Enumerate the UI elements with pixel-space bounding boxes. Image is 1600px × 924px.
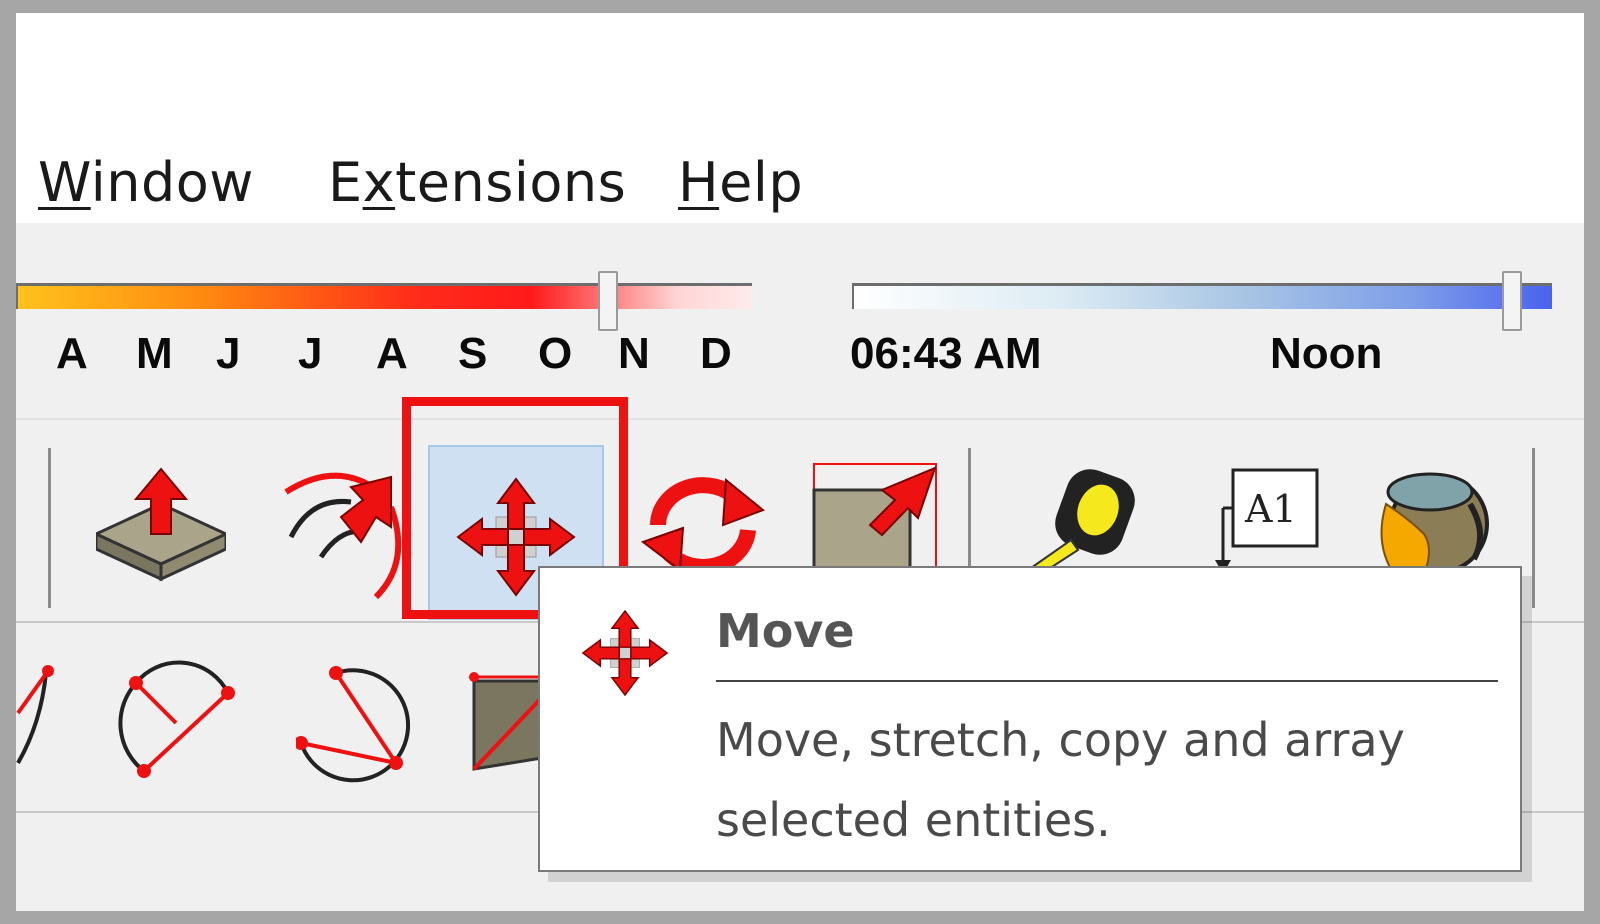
rotate-button[interactable] bbox=[638, 470, 768, 580]
toolbar-separator bbox=[1532, 448, 1535, 608]
application-window: Window Extensions Help A M J J A S O N D… bbox=[16, 13, 1584, 911]
menu-window-rest: indow bbox=[90, 151, 254, 214]
month-label: N bbox=[618, 329, 650, 378]
menu-extensions-accel: x bbox=[362, 151, 396, 214]
push-pull-button[interactable] bbox=[96, 464, 226, 589]
menu-help-rest: elp bbox=[719, 151, 804, 214]
follow-me-button[interactable] bbox=[281, 462, 411, 602]
month-label: A bbox=[376, 329, 408, 378]
month-slider-thumb[interactable] bbox=[598, 271, 618, 331]
pie-button[interactable] bbox=[296, 653, 426, 783]
menu-help[interactable]: Help bbox=[678, 151, 803, 214]
arc-icon bbox=[16, 665, 54, 764]
paint-bucket-button[interactable] bbox=[1364, 464, 1494, 579]
month-label: J bbox=[216, 329, 241, 378]
tooltip-title: Move bbox=[716, 604, 855, 658]
rectangle-icon bbox=[469, 672, 548, 771]
arc-button[interactable] bbox=[16, 653, 66, 773]
text-label-icon: A1 bbox=[1215, 468, 1319, 574]
push-pull-icon bbox=[96, 467, 226, 582]
time-slider-thumb[interactable] bbox=[1502, 271, 1522, 331]
time-start-label: 06:43 AM bbox=[850, 329, 1042, 378]
month-label: S bbox=[458, 329, 488, 378]
month-label: A bbox=[56, 329, 88, 378]
month-label: O bbox=[538, 329, 573, 378]
menu-window[interactable]: Window bbox=[38, 151, 254, 214]
pie-icon bbox=[296, 666, 411, 783]
month-label: J bbox=[298, 329, 323, 378]
move-icon bbox=[581, 609, 669, 697]
paint-bucket-icon bbox=[1380, 472, 1489, 575]
month-slider-track[interactable] bbox=[16, 283, 752, 309]
month-label: M bbox=[136, 329, 173, 378]
move-tooltip: Move Move, stretch, copy and array selec… bbox=[538, 566, 1522, 872]
month-label: D bbox=[700, 329, 732, 378]
toolbar-separator bbox=[48, 448, 51, 608]
menu-help-accel: H bbox=[678, 151, 720, 214]
menu-extensions-pre: E bbox=[328, 151, 363, 214]
time-noon-label: Noon bbox=[1270, 329, 1383, 378]
tooltip-description: Move, stretch, copy and array selected e… bbox=[716, 713, 1405, 847]
tooltip-divider bbox=[716, 680, 1498, 682]
follow-me-icon bbox=[284, 472, 402, 600]
three-point-arc-icon bbox=[118, 660, 235, 778]
shadows-toolbar: A M J J A S O N D 06:43 AM Noon bbox=[16, 223, 1584, 418]
svg-text:A1: A1 bbox=[1244, 487, 1297, 531]
menu-window-accel: W bbox=[38, 151, 91, 214]
time-slider-track[interactable] bbox=[852, 283, 1552, 309]
tape-measure-icon bbox=[1029, 469, 1135, 578]
menu-bar: Window Extensions Help bbox=[16, 13, 1584, 223]
rectangle-button[interactable] bbox=[468, 661, 548, 771]
rotate-icon bbox=[640, 477, 765, 575]
menu-extensions-rest: tensions bbox=[395, 151, 627, 214]
menu-extensions[interactable]: Extensions bbox=[328, 151, 626, 214]
tape-measure-button[interactable] bbox=[1026, 468, 1146, 578]
text-button[interactable]: A1 bbox=[1211, 468, 1321, 578]
three-point-arc-button[interactable] bbox=[116, 653, 246, 783]
